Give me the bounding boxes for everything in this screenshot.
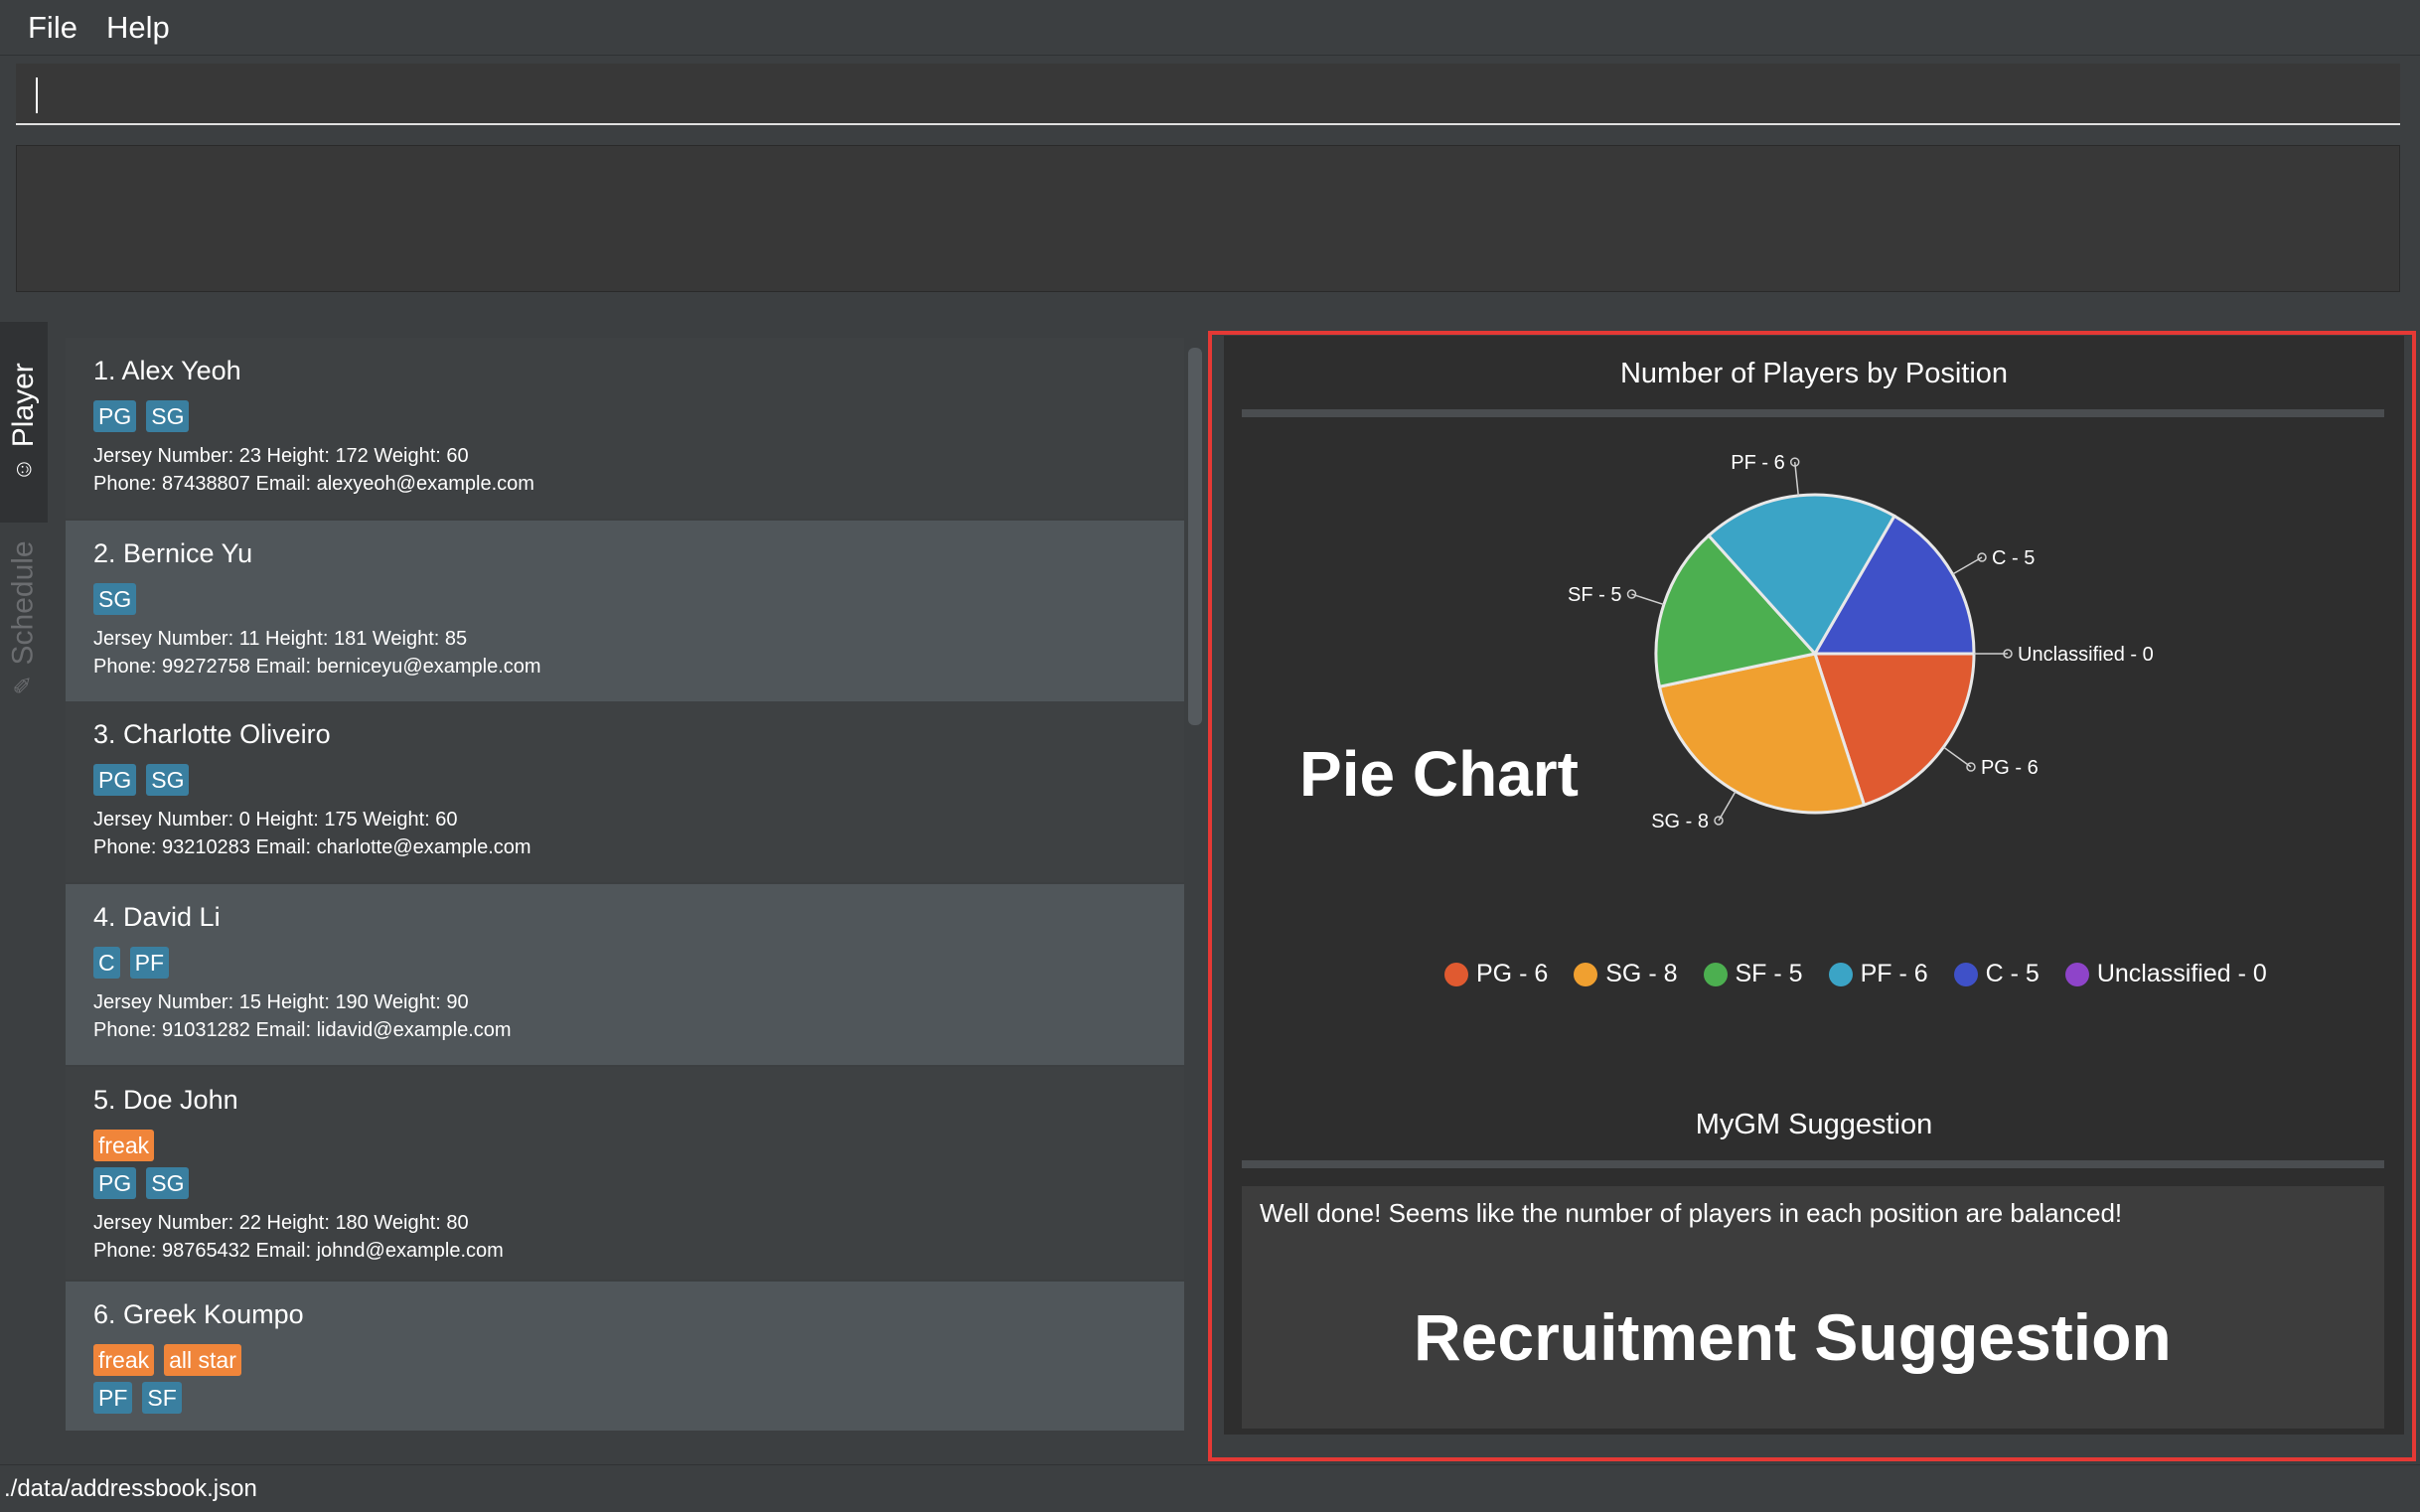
pie-label: PG - 6 (1981, 757, 2039, 779)
legend-item: Unclassified - 0 (2064, 960, 2267, 988)
legend-dot (2064, 962, 2089, 986)
pie-label: C - 5 (1992, 547, 2035, 569)
annotation-pie-chart: Pie Chart (1299, 738, 1579, 810)
position-tags: SG (93, 583, 1184, 615)
legend-item: PF - 6 (1828, 960, 1928, 988)
legend-label: Unclassified - 0 (2096, 960, 2267, 987)
pie-chart: PG - 6 SG - 8 SF - 5 PF - 6 C - 5 Unclassifie… (1568, 452, 2154, 832)
player-list[interactable]: 1. Alex Yeoh PG SG Jersey Number: 23 Hei… (66, 338, 1184, 1431)
tab-schedule[interactable]: ✎ Schedule (0, 534, 48, 701)
player-name: 1. Alex Yeoh (93, 356, 241, 385)
pie-label-line (1943, 746, 1972, 768)
player-name: 6. Greek Koumpo (93, 1299, 304, 1329)
status-bar: ./data/addressbook.json (0, 1464, 2420, 1512)
pie-label-line (1631, 593, 1665, 606)
pie-label-line (1718, 791, 1737, 822)
legend-label: PG - 6 (1476, 960, 1549, 987)
position-tag: PF (129, 947, 170, 979)
data-file-path: ./data/addressbook.json (4, 1475, 257, 1502)
legend-dot (1953, 962, 1978, 986)
annotation-recruitment-suggestion: Recruitment Suggestion (1414, 1300, 2172, 1374)
side-tab-bar: ☺ Player ✎ Schedule (0, 322, 48, 1462)
player-name: 4. David Li (93, 902, 221, 932)
player-card[interactable]: 3. Charlotte Oliveiro PG SG Jersey Numbe… (66, 701, 1184, 882)
position-tags: PG SG (93, 764, 1184, 796)
player-stats: Jersey Number: 22 Height: 180 Weight: 80 (93, 1212, 469, 1234)
legend-dot (1703, 962, 1728, 986)
trait-tag: all star (164, 1344, 241, 1376)
legend-item: C - 5 (1953, 960, 2040, 988)
command-input[interactable] (16, 64, 2400, 125)
legend-dot (1444, 962, 1468, 986)
legend-label: PF - 6 (1860, 960, 1928, 987)
legend-dot (1828, 962, 1853, 986)
position-tags: C PF (93, 947, 1184, 979)
position-tag: C (93, 947, 120, 979)
legend-label: C - 5 (1985, 960, 2040, 987)
legend-item: SF - 5 (1703, 960, 1803, 988)
tab-player-label: Player (7, 363, 40, 448)
player-list-scrollbar[interactable] (1188, 348, 1202, 725)
player-card[interactable]: 1. Alex Yeoh PG SG Jersey Number: 23 Hei… (66, 338, 1184, 519)
menu-bar: File Help (0, 0, 2420, 56)
player-card[interactable]: 6. Greek Koumpo freak all star PF SF (66, 1282, 1184, 1431)
trait-tag: freak (93, 1130, 155, 1161)
player-stats: Jersey Number: 11 Height: 181 Weight: 85 (93, 628, 468, 650)
trait-tags: freak (93, 1130, 1184, 1161)
smiley-icon: ☺ (10, 457, 37, 482)
pencil-icon: ✎ (10, 675, 38, 695)
tab-schedule-label: Schedule (7, 540, 40, 666)
pie-label-line (1793, 461, 1800, 496)
player-contact: Phone: 87438807 Email: alexyeoh@example.… (93, 473, 534, 495)
position-tags: PG SG (93, 400, 1184, 432)
position-tag: SG (146, 400, 190, 432)
suggestion-divider (1242, 1160, 2384, 1168)
statistics-panel: Number of Players by Position PG - 6 SG -… (1224, 336, 2404, 1435)
player-stats: Jersey Number: 23 Height: 172 Weight: 60 (93, 445, 469, 467)
legend-dot (1574, 962, 1598, 986)
player-contact: Phone: 91031282 Email: lidavid@example.c… (93, 1019, 512, 1041)
pie-label: SG - 8 (1651, 811, 1709, 832)
player-contact: Phone: 98765432 Email: johnd@example.com (93, 1240, 504, 1262)
pie-label: SF - 5 (1568, 584, 1621, 606)
position-tag: PG (93, 400, 137, 432)
player-stats: Jersey Number: 15 Height: 190 Weight: 90 (93, 991, 469, 1013)
menu-file[interactable]: File (28, 10, 77, 46)
player-card[interactable]: 5. Doe John freak PG SG Jersey Number: 2… (66, 1067, 1184, 1280)
position-tag: SG (146, 764, 190, 796)
trait-tags: freak all star (93, 1344, 1184, 1376)
player-name: 5. Doe John (93, 1085, 238, 1115)
pie-label-line (1952, 556, 1983, 575)
trait-tag: freak (93, 1344, 155, 1376)
menu-help[interactable]: Help (106, 10, 170, 46)
position-tag: SG (93, 583, 137, 615)
player-name: 2. Bernice Yu (93, 538, 253, 568)
result-display (16, 145, 2400, 292)
position-tag: SG (146, 1167, 190, 1199)
position-tags: PF SF (93, 1382, 1184, 1414)
player-contact: Phone: 99272758 Email: berniceyu@example… (93, 656, 541, 678)
position-tags: PG SG (93, 1167, 1184, 1199)
legend-item: PG - 6 (1444, 960, 1548, 988)
position-tag: SF (142, 1382, 182, 1414)
suggestion-title: MyGM Suggestion (1695, 1109, 1933, 1140)
chart-legend: PG - 6 SG - 8 SF - 5 PF - 6 C - 5 Unclas… (1444, 960, 2293, 988)
pie-label: Unclassified - 0 (2018, 644, 2154, 666)
legend-label: SF - 5 (1735, 960, 1803, 987)
text-caret (36, 77, 38, 113)
pie-label-dot (1626, 589, 1637, 599)
player-contact: Phone: 93210283 Email: charlotte@example… (93, 836, 531, 858)
position-tag: PG (93, 1167, 137, 1199)
legend-label: SG - 8 (1605, 960, 1678, 987)
player-card[interactable]: 4. David Li C PF Jersey Number: 15 Heigh… (66, 884, 1184, 1065)
pie-label: PF - 6 (1731, 452, 1784, 474)
position-tag: PG (93, 764, 137, 796)
legend-item: SG - 8 (1574, 960, 1678, 988)
player-name: 3. Charlotte Oliveiro (93, 719, 331, 749)
position-tag: PF (93, 1382, 133, 1414)
player-card[interactable]: 2. Bernice Yu SG Jersey Number: 11 Heigh… (66, 521, 1184, 701)
tab-player[interactable]: ☺ Player (0, 322, 48, 523)
player-stats: Jersey Number: 0 Height: 175 Weight: 60 (93, 809, 458, 831)
